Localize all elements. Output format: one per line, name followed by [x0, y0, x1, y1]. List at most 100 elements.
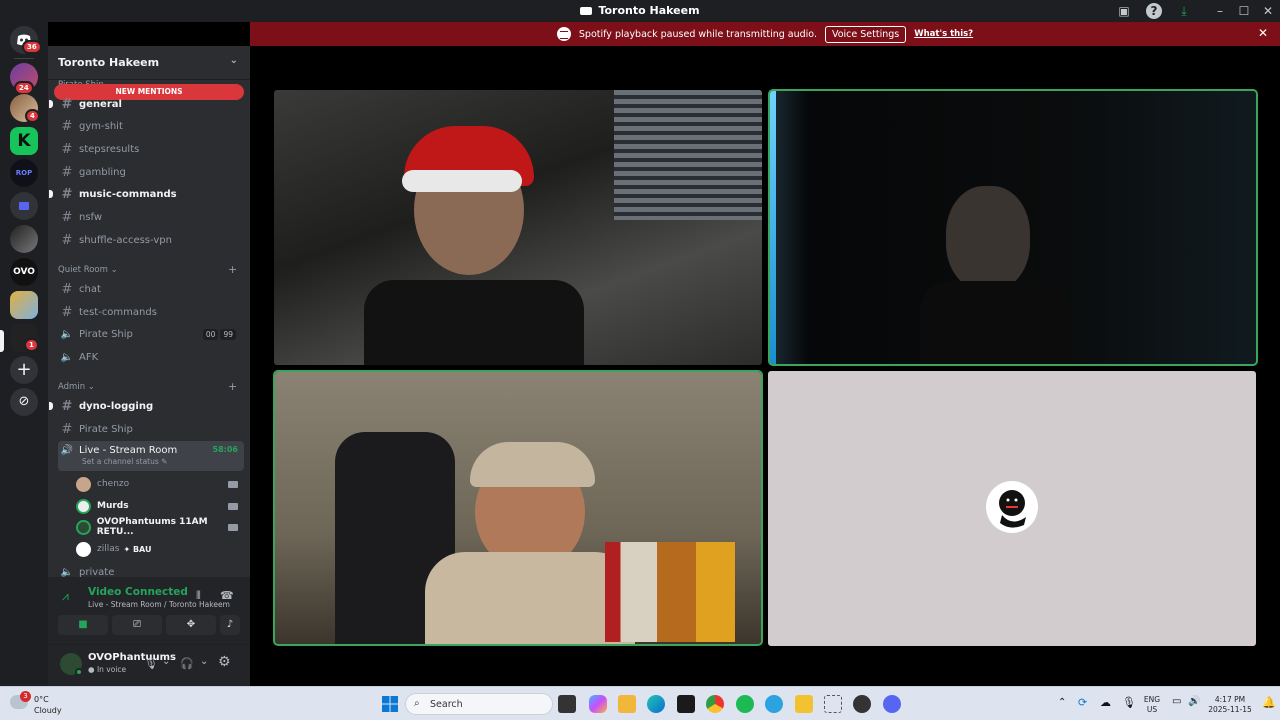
telegram-icon[interactable] [765, 695, 783, 713]
microphone-icon[interactable]: 🎙 [1122, 696, 1136, 709]
ovo-server-icon[interactable]: OVO [10, 258, 38, 286]
hash-icon: # [61, 232, 73, 248]
sync-icon[interactable]: ⟳ [1078, 696, 1087, 709]
channel-gambling[interactable]: # gambling [58, 162, 244, 182]
inbox-icon[interactable]: ▣ [1116, 3, 1132, 19]
obs-icon[interactable] [853, 695, 871, 713]
chevron-down-icon: ⌄ [229, 55, 238, 66]
channel-music-commands[interactable]: # music-commands [49, 184, 244, 204]
whats-this-link[interactable]: What's this? [914, 29, 973, 39]
screen-share-button[interactable]: ⎚ [112, 615, 162, 635]
disconnect-icon[interactable]: ☎ [220, 589, 234, 602]
server-avatar-5[interactable] [10, 225, 38, 253]
folder-icon[interactable] [10, 192, 38, 220]
hash-icon: # [61, 281, 73, 297]
discord-taskbar-icon[interactable] [883, 695, 901, 713]
hash-icon: # [61, 164, 73, 180]
voice-channel-pirate-ship[interactable]: 🔈 Pirate Ship 00 99 [58, 324, 244, 344]
spotify-icon [556, 27, 571, 41]
add-channel-icon[interactable]: + [228, 263, 237, 276]
channel-nsfw[interactable]: # nsfw [58, 207, 244, 227]
close-banner-icon[interactable]: ✕ [1258, 26, 1268, 40]
notifications-icon[interactable]: 🔔 [1262, 696, 1276, 709]
volume-icon[interactable]: 🔊 [1188, 696, 1200, 707]
snipping-tool-icon[interactable] [824, 695, 842, 713]
edge-icon[interactable] [647, 695, 665, 713]
server-avatar-4[interactable]: ROP [10, 159, 38, 187]
clock[interactable]: 4:17 PM 2025-11-15 [1204, 695, 1256, 715]
settings-gear-icon[interactable]: ⚙ [218, 654, 231, 670]
chrome-icon[interactable] [706, 695, 724, 713]
server-avatar-7[interactable] [10, 291, 38, 319]
channel-chat[interactable]: # chat [58, 279, 244, 299]
video-tile-zillas[interactable] [768, 371, 1256, 646]
category-admin[interactable]: Admin ⌄ + [58, 380, 237, 393]
task-view-icon[interactable] [558, 695, 576, 713]
speaker-icon: 🔈 [60, 351, 74, 363]
participant-face [946, 186, 1030, 291]
discover-icon[interactable]: ⊘ [10, 388, 38, 416]
separator [14, 58, 34, 59]
weather-widget[interactable]: 0°C Cloudy [34, 694, 62, 716]
channel-dyno-logging[interactable]: # dyno-logging [49, 396, 244, 416]
speaker-icon: 🔈 [60, 566, 74, 578]
set-channel-status[interactable]: Set a channel status ✎ [82, 457, 167, 466]
camera-button[interactable]: ■ [58, 615, 108, 635]
voice-settings-button[interactable]: Voice Settings [824, 25, 907, 43]
hash-icon: # [61, 96, 73, 112]
network-icon[interactable]: ▭ [1172, 696, 1181, 707]
cloud-off-icon[interactable]: ☁ [1100, 696, 1111, 709]
chevron-down-icon[interactable]: ⌄ [200, 656, 208, 667]
channel-shuffle-access-vpn[interactable]: # shuffle-access-vpn [58, 230, 244, 250]
add-channel-icon[interactable]: + [228, 380, 237, 393]
video-tile-chenzo[interactable] [274, 90, 762, 365]
notepad-icon[interactable] [677, 695, 695, 713]
windows-start-icon[interactable] [381, 695, 399, 713]
maximize-icon[interactable]: ☐ [1236, 3, 1252, 19]
channel-general[interactable]: # general [49, 94, 244, 114]
copilot-icon[interactable] [589, 695, 607, 713]
category-quiet-room[interactable]: Quiet Room ⌄ + [58, 263, 237, 276]
voice-user-chenzo[interactable]: chenzo [76, 474, 244, 494]
banner-message: Spotify playback paused while transmitti… [578, 28, 817, 40]
add-server-icon[interactable]: + [10, 356, 38, 384]
chevron-up-icon[interactable]: ⌃ [1058, 697, 1066, 708]
video-tile-ovophantuums[interactable] [273, 370, 763, 646]
activities-button[interactable]: ✥ [166, 615, 216, 635]
language-indicator[interactable]: ENG US [1140, 695, 1164, 715]
taskbar-search[interactable]: ⌕ Search [405, 693, 553, 715]
cap [470, 442, 595, 487]
soundboard-button[interactable]: ♪ [220, 615, 240, 635]
voice-channel-afk[interactable]: 🔈 AFK [58, 347, 244, 367]
server-header[interactable]: Toronto Hakeem ⌄ [48, 46, 250, 80]
voice-user-murds[interactable]: Murds [76, 496, 244, 516]
headphones-icon[interactable]: 🎧 [180, 657, 194, 670]
voice-channel-live-stream-room[interactable]: 🔊 Live - Stream Room 58:06 Set a channel… [58, 441, 244, 471]
chevron-down-icon[interactable]: ⌄ [162, 656, 170, 667]
kick-server-icon[interactable]: K [10, 127, 38, 155]
voice-status[interactable]: Video Connected [88, 586, 188, 598]
app-icon-1[interactable] [795, 695, 813, 713]
download-icon[interactable]: ⤓ [1176, 3, 1192, 19]
noise-suppression-icon[interactable]: ⦀ [196, 589, 201, 603]
channel-stepsresults[interactable]: # stepsresults [58, 139, 244, 159]
close-window-icon[interactable]: ✕ [1260, 3, 1276, 19]
voice-channel-pirate-ship-admin[interactable]: # Pirate Ship [58, 419, 244, 439]
server-badge-1: 24 [14, 81, 34, 95]
file-explorer-icon[interactable] [618, 695, 636, 713]
voice-user-ovophantuums[interactable]: OVOPhantuums 11AM RETU... [76, 517, 244, 537]
server-list: 36 24 4 K ROP OVO 1 + ⊘ [0, 22, 48, 686]
microphone-icon[interactable]: 🎙 [144, 657, 158, 670]
channel-gym-shit[interactable]: # gym-shit [58, 116, 244, 136]
help-icon[interactable]: ? [1146, 3, 1162, 19]
spotify-taskbar-icon[interactable] [736, 695, 754, 713]
voice-user-zillas[interactable]: zillas ✦ BAU [76, 539, 244, 559]
video-tile-murds[interactable] [768, 89, 1258, 366]
minimize-icon[interactable]: – [1212, 3, 1228, 19]
unread-indicator [49, 190, 53, 198]
voice-location[interactable]: Live - Stream Room / Toronto Hakeem [88, 600, 230, 609]
channel-test-commands[interactable]: # test-commands [58, 302, 244, 322]
unread-indicator [49, 402, 53, 410]
connection-signal-icon[interactable]: ⩘ [62, 589, 69, 604]
hash-icon: # [61, 118, 73, 134]
